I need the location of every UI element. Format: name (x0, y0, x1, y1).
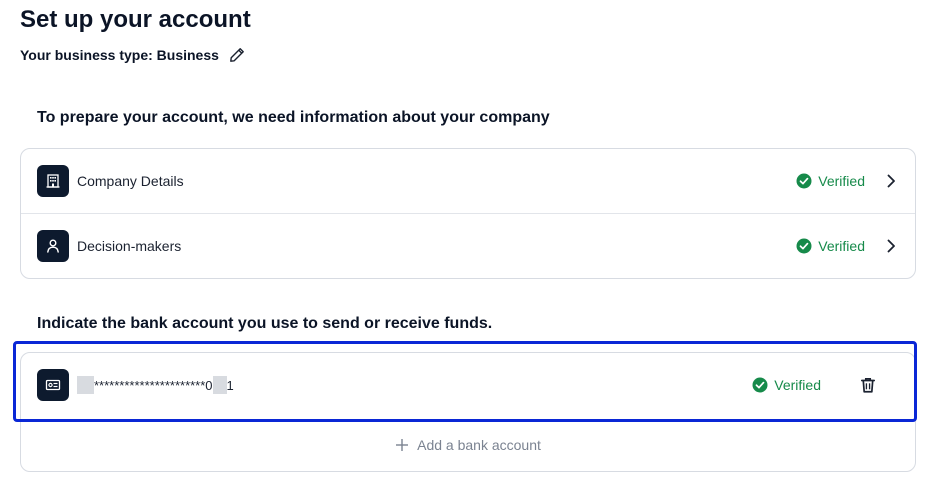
company-details-label: Company Details (77, 173, 184, 189)
company-card: Company Details Verified Decision-makers (20, 148, 916, 279)
bank-card: **********************0 1 Verified Add a… (20, 352, 916, 472)
person-icon (37, 230, 69, 262)
page-title: Set up your account (20, 6, 251, 33)
account-mask: **********************0 (94, 377, 213, 393)
company-details-row[interactable]: Company Details Verified (21, 149, 915, 213)
status-text: Verified (818, 173, 865, 189)
add-bank-account-label: Add a bank account (417, 437, 541, 453)
plus-icon (396, 439, 409, 451)
bank-section-title: Indicate the bank account you use to sen… (37, 315, 493, 332)
redacted-block (77, 376, 94, 394)
check-circle-icon (796, 173, 812, 189)
chevron-right-icon[interactable] (883, 238, 899, 254)
redacted-block (212, 376, 227, 394)
pencil-icon[interactable] (229, 47, 245, 63)
decision-makers-row[interactable]: Decision-makers Verified (21, 213, 915, 278)
building-icon (37, 165, 69, 197)
business-type-label: Your business type: Business (20, 47, 219, 63)
chevron-right-icon[interactable] (883, 173, 899, 189)
check-circle-icon (796, 238, 812, 254)
add-bank-account-button[interactable]: Add a bank account (21, 419, 915, 471)
bank-account-number: **********************0 1 (77, 376, 234, 394)
bank-account-status: Verified (752, 377, 821, 393)
status-text: Verified (774, 377, 821, 393)
check-circle-icon (752, 377, 768, 393)
decision-makers-status: Verified (796, 238, 865, 254)
trash-icon[interactable] (859, 376, 877, 394)
company-details-status: Verified (796, 173, 865, 189)
status-text: Verified (818, 238, 865, 254)
account-mask-end: 1 (226, 377, 234, 393)
business-type: Your business type: Business (20, 47, 245, 63)
bank-card-icon (37, 369, 69, 401)
bank-account-row[interactable]: **********************0 1 Verified (21, 353, 915, 417)
company-section-title: To prepare your account, we need informa… (37, 109, 550, 126)
decision-makers-label: Decision-makers (77, 238, 182, 254)
